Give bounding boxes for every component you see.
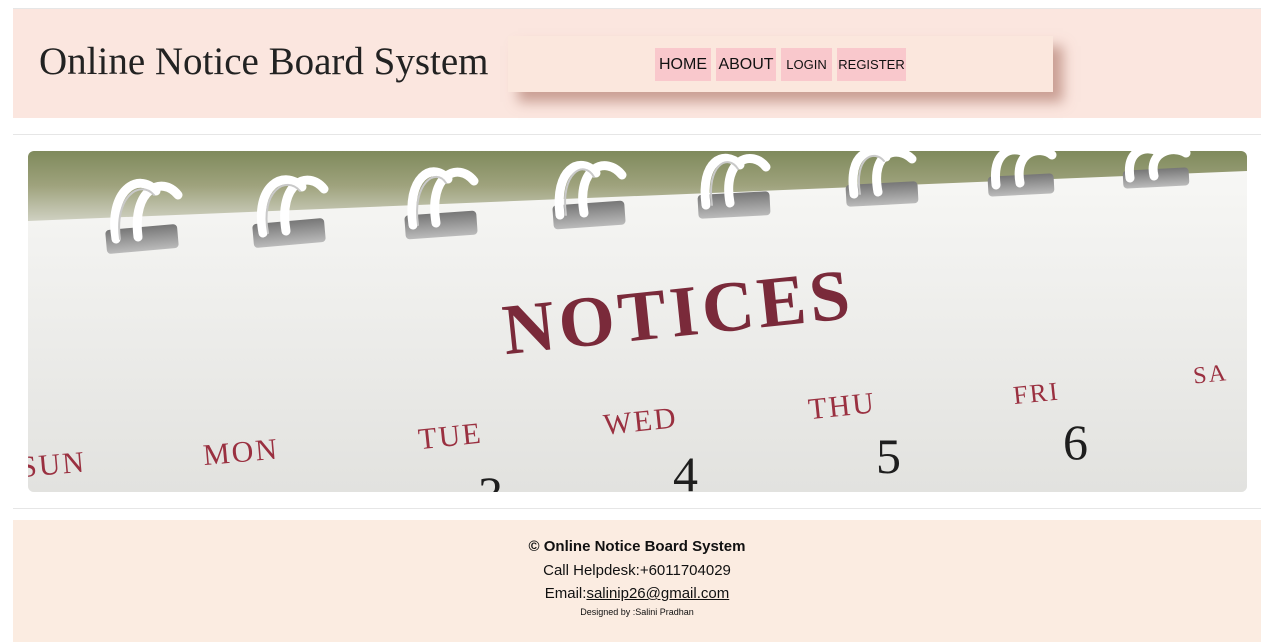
nav-register-link[interactable]: REGISTER [837, 48, 906, 81]
banner-date-4: 4 [673, 446, 698, 492]
footer-helpdesk: Call Helpdesk:+6011704029 [543, 562, 731, 579]
main-nav: HOME ABOUT LOGIN REGISTER [508, 36, 1053, 92]
site-header: Online Notice Board System HOME ABOUT LO… [13, 9, 1261, 118]
banner-date-5: 5 [876, 428, 901, 484]
notices-banner-image: NOTICES SUN MON TUE WED THU FRI SA 3 4 5… [28, 151, 1247, 492]
banner-day-sat: SA [1192, 360, 1229, 389]
nav-about-link[interactable]: ABOUT [716, 48, 776, 81]
banner-date-3: 3 [478, 466, 503, 492]
banner-day-tue: TUE [417, 417, 484, 457]
banner-day-fri: FRI [1012, 376, 1061, 410]
footer-divider [13, 508, 1261, 509]
footer-email-line: Email:salinip26@gmail.com [13, 585, 1261, 602]
banner-day-sun: SUN [28, 445, 87, 484]
nav-login-link[interactable]: LOGIN [781, 48, 832, 81]
footer-designer-credit: Designed by :Salini Pradhan [580, 607, 694, 617]
site-footer: © Online Notice Board System Call Helpde… [13, 520, 1261, 642]
footer-copyright: © Online Notice Board System [528, 538, 746, 555]
footer-email-label: Email: [544, 585, 587, 602]
footer-email-link[interactable]: salinip26@gmail.com [586, 585, 729, 602]
header-divider [13, 134, 1261, 135]
banner-day-mon: MON [202, 433, 281, 472]
nav-home-link[interactable]: HOME [655, 48, 711, 81]
banner-date-6: 6 [1063, 414, 1088, 470]
banner-day-thu: THU [807, 386, 878, 426]
site-title: Online Notice Board System [39, 40, 489, 83]
